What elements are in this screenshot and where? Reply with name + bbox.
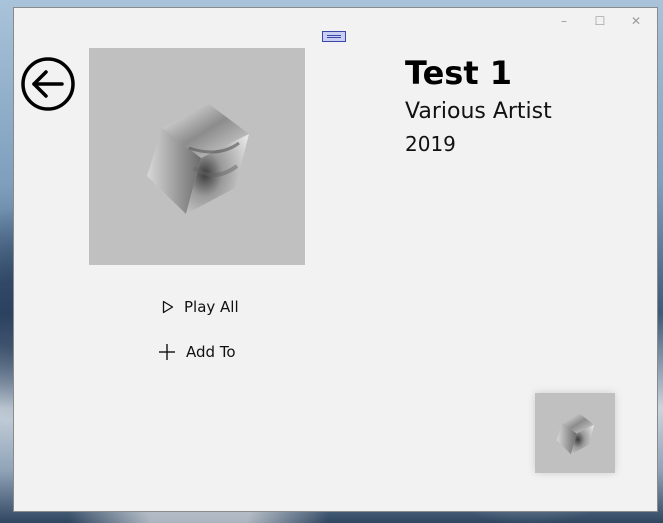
drag-handle[interactable] xyxy=(322,31,346,42)
now-playing-thumbnail[interactable] xyxy=(535,393,615,473)
play-all-label: Play All xyxy=(184,298,239,316)
album-year: 2019 xyxy=(405,132,456,156)
album-cover xyxy=(89,48,305,265)
maximize-icon: ☐ xyxy=(594,14,606,28)
back-button[interactable] xyxy=(20,56,76,112)
add-to-button[interactable]: Add To xyxy=(158,343,236,361)
minimize-icon: – xyxy=(561,14,567,28)
album-artist: Various Artist xyxy=(405,99,552,124)
close-icon: ✕ xyxy=(630,14,642,28)
arrow-left-circle-icon xyxy=(21,57,75,111)
plus-icon xyxy=(159,344,175,360)
album-title: Test 1 xyxy=(405,54,513,92)
play-outline-icon xyxy=(162,300,174,314)
close-button[interactable]: ✕ xyxy=(618,10,654,32)
add-to-label: Add To xyxy=(186,343,236,361)
album-art-image xyxy=(147,104,249,214)
album-art-thumbnail-image xyxy=(556,413,595,455)
minimize-button[interactable]: – xyxy=(546,10,582,32)
play-all-button[interactable]: Play All xyxy=(162,298,239,316)
app-window: – ☐ ✕ Test 1 Various Artist 2019 Play Al… xyxy=(13,7,658,512)
maximize-button[interactable]: ☐ xyxy=(582,10,618,32)
